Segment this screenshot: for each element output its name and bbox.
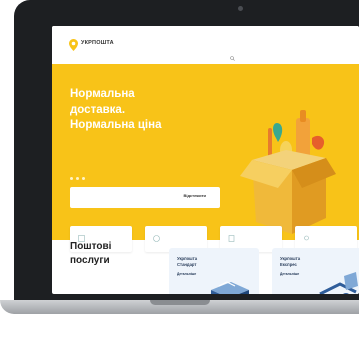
logo-icon[interactable] (69, 39, 78, 51)
parcel-box-illustration (240, 110, 336, 234)
webcam (238, 6, 243, 11)
carousel-dot[interactable] (76, 177, 79, 180)
tracking-input[interactable] (78, 195, 178, 200)
hero-title-line: доставка. (70, 103, 126, 116)
details-link[interactable]: Детальніше (280, 272, 299, 276)
service-card-express[interactable]: Укрпошта Експрес Детальніше (272, 248, 359, 294)
hero-title-line: Нормальна (70, 88, 135, 100)
section-title-line: Поштові (70, 241, 112, 252)
service-card-standard[interactable]: Укрпошта Стандарт Детальніше (169, 248, 259, 294)
track-button[interactable]: Відстежити (183, 193, 206, 198)
laptop-screen: УКРПОШТА Нормальна доставка. Нормальна ц… (52, 26, 359, 294)
card-title: Укрпошта Стандарт (177, 256, 217, 268)
carousel-dot[interactable] (82, 177, 85, 180)
site-header: УКРПОШТА (52, 26, 359, 64)
calculator-icon (228, 235, 235, 242)
carousel-dot[interactable] (70, 177, 73, 180)
logo-text[interactable]: УКРПОШТА (81, 40, 114, 46)
details-link[interactable]: Детальніше (177, 272, 196, 276)
section-title-line: послуги (70, 255, 110, 266)
hero-title: Нормальна доставка. Нормальна ціна (70, 87, 180, 134)
section-title: Поштові послуги (70, 240, 150, 268)
hero-banner: Нормальна доставка. Нормальна ціна Відст… (52, 64, 359, 252)
carousel-dots (70, 177, 85, 180)
search-icon[interactable] (230, 56, 235, 61)
clock-icon (153, 235, 160, 242)
laptop-hinge-notch (150, 300, 210, 305)
card-title: Укрпошта Експрес (280, 256, 320, 268)
location-icon (304, 235, 309, 241)
hero-title-line: Нормальна ціна (70, 119, 162, 131)
parcel-illustration (211, 281, 249, 294)
tracking-form: Відстежити (70, 187, 220, 208)
express-parcel-illustration (319, 272, 358, 294)
